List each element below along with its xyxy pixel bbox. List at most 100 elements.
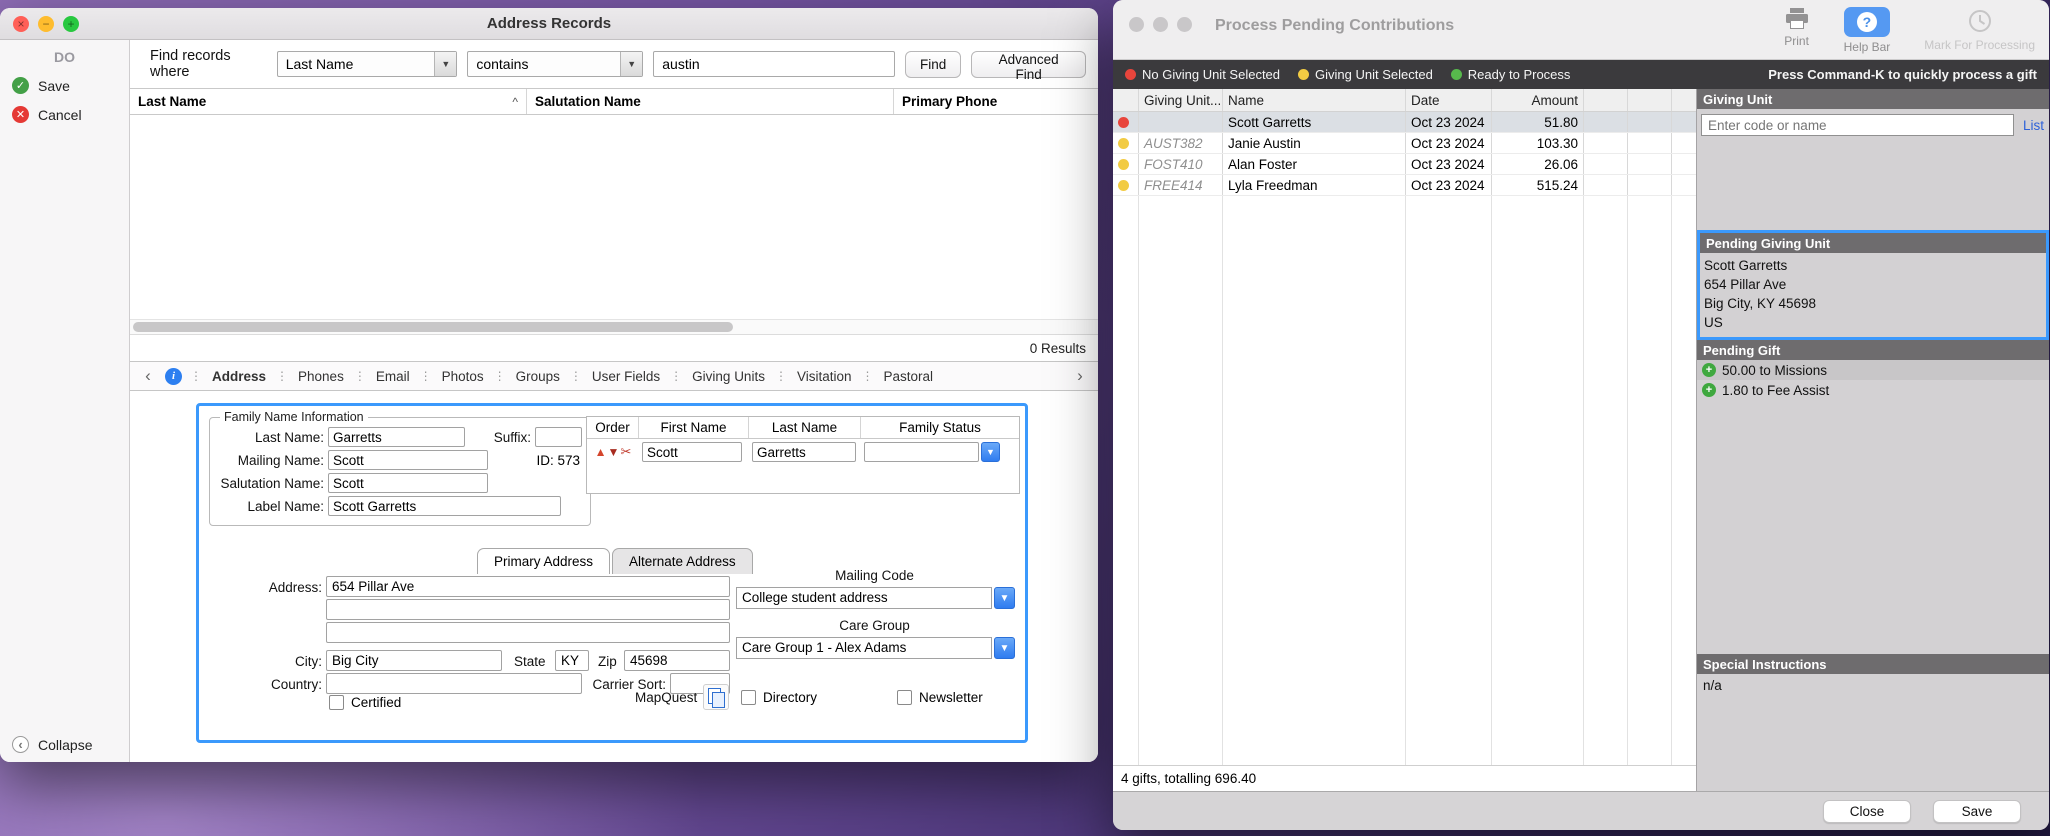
window-title: Address Records xyxy=(0,15,1098,32)
tab-separator: ⋮ xyxy=(353,369,367,383)
pending-gift-label: 50.00 to Missions xyxy=(1722,363,1827,378)
member-last-name-input[interactable] xyxy=(752,442,856,462)
tab-separator: ⋮ xyxy=(861,369,875,383)
help-bar-button[interactable]: ? Help Bar xyxy=(1844,7,1891,54)
member-first-name-input[interactable] xyxy=(642,442,742,462)
giving-unit-code: FREE414 xyxy=(1139,175,1223,195)
tab-phones[interactable]: Phones xyxy=(289,369,353,384)
gift-amount: 103.30 xyxy=(1492,133,1584,153)
name-column-header[interactable]: Name xyxy=(1223,89,1406,111)
horizontal-scrollbar[interactable] xyxy=(130,320,1098,335)
column-header-last-name[interactable]: Last Name ^ xyxy=(130,89,527,114)
tab-giving-units[interactable]: Giving Units xyxy=(683,369,774,384)
state-input[interactable] xyxy=(555,650,589,671)
advanced-find-button[interactable]: Advanced Find xyxy=(971,51,1086,78)
care-group-dropdown[interactable]: Care Group 1 - Alex Adams ▼ xyxy=(736,637,1015,659)
column-header-primary-phone[interactable]: Primary Phone xyxy=(894,89,1098,114)
pending-gift-item[interactable]: + 1.80 to Fee Assist xyxy=(1697,380,2049,400)
results-count: 0 Results xyxy=(130,335,1098,361)
close-window-icon[interactable] xyxy=(1129,17,1144,32)
tabs-scroll-left-icon[interactable]: ‹ xyxy=(138,366,158,386)
pending-gift-header: Pending Gift xyxy=(1697,340,2049,360)
find-operator-dropdown[interactable]: contains ▼ xyxy=(467,51,643,77)
find-records-where-label: Find records where xyxy=(150,48,267,80)
close-button[interactable]: Close xyxy=(1823,800,1911,823)
address-line1-input[interactable] xyxy=(326,576,730,597)
family-status-dropdown[interactable]: ▼ xyxy=(864,442,1000,462)
chevron-down-icon[interactable]: ▼ xyxy=(994,587,1015,609)
move-up-icon[interactable]: ▲ xyxy=(595,445,607,459)
amount-column-header[interactable]: Amount xyxy=(1492,89,1584,111)
address-line2-input[interactable] xyxy=(326,599,730,620)
tab-email[interactable]: Email xyxy=(367,369,419,384)
gift-row[interactable]: AUST382 Janie Austin Oct 23 2024 103.30 xyxy=(1113,133,1696,154)
save-button[interactable]: Save xyxy=(1933,800,2021,823)
gift-row-selected[interactable]: Scott Garretts Oct 23 2024 51.80 xyxy=(1113,112,1696,133)
country-input[interactable] xyxy=(326,673,582,694)
mailing-code-dropdown[interactable]: College student address ▼ xyxy=(736,587,1015,609)
gift-row[interactable]: FOST410 Alan Foster Oct 23 2024 26.06 xyxy=(1113,154,1696,175)
red-status-icon xyxy=(1125,69,1136,80)
save-button[interactable]: ✓ Save xyxy=(0,71,129,100)
print-button[interactable]: Print xyxy=(1784,7,1810,48)
chevron-down-icon[interactable]: ▼ xyxy=(994,637,1015,659)
results-table-header: Last Name ^ Salutation Name Primary Phon… xyxy=(130,88,1098,115)
giving-unit-column-header[interactable]: Giving Unit... xyxy=(1139,89,1223,111)
minimize-window-icon[interactable] xyxy=(1153,17,1168,32)
info-tab[interactable]: i xyxy=(158,368,189,385)
tab-primary-address[interactable]: Primary Address xyxy=(477,548,610,574)
find-field-dropdown[interactable]: Last Name ▼ xyxy=(277,51,458,77)
minimize-window-icon[interactable]: − xyxy=(38,16,54,32)
mark-for-processing-button[interactable]: Mark For Processing xyxy=(1924,7,2035,52)
newsletter-label: Newsletter xyxy=(919,690,983,705)
scrollbar-thumb[interactable] xyxy=(133,322,733,332)
tab-groups[interactable]: Groups xyxy=(507,369,569,384)
salutation-name-input[interactable] xyxy=(328,473,488,493)
giving-unit-search-input[interactable] xyxy=(1701,114,2014,136)
column-header-salutation-name[interactable]: Salutation Name xyxy=(527,89,894,114)
tab-photos[interactable]: Photos xyxy=(433,369,493,384)
pending-gift-label: 1.80 to Fee Assist xyxy=(1722,383,1829,398)
find-button[interactable]: Find xyxy=(905,51,961,78)
mapquest-button[interactable] xyxy=(703,684,729,710)
legend-ready: Ready to Process xyxy=(1451,67,1571,82)
list-link[interactable]: List xyxy=(2023,118,2044,133)
gift-row[interactable]: FREE414 Lyla Freedman Oct 23 2024 515.24 xyxy=(1113,175,1696,196)
tab-visitation[interactable]: Visitation xyxy=(788,369,861,384)
directory-checkbox[interactable] xyxy=(741,690,756,705)
zoom-window-icon[interactable]: + xyxy=(63,16,79,32)
tab-pastoral[interactable]: Pastoral xyxy=(875,369,943,384)
contributions-window-titlebar[interactable]: Process Pending Contributions Print ? He… xyxy=(1113,0,2049,60)
chevron-down-icon[interactable]: ▼ xyxy=(981,442,1000,462)
mailing-name-input[interactable] xyxy=(328,450,488,470)
city-input[interactable] xyxy=(326,650,502,671)
suffix-input[interactable] xyxy=(535,427,582,447)
close-window-icon[interactable]: × xyxy=(13,16,29,32)
focused-panel-highlight: Family Name Information Last Name: Suffi… xyxy=(196,403,1028,743)
certified-checkbox[interactable] xyxy=(329,695,344,710)
gifts-summary: 4 gifts, totalling 696.40 xyxy=(1113,765,1696,791)
mailing-name-label: Mailing Name: xyxy=(214,453,324,468)
newsletter-checkbox[interactable] xyxy=(897,690,912,705)
giving-unit-search-row: List xyxy=(1701,114,2044,136)
zip-input[interactable] xyxy=(624,650,730,671)
date-column-header[interactable]: Date xyxy=(1406,89,1492,111)
last-name-input[interactable] xyxy=(328,427,465,447)
yellow-status-icon xyxy=(1118,159,1129,170)
collapse-button[interactable]: ‹ Collapse xyxy=(12,736,92,753)
find-value-input[interactable] xyxy=(653,51,895,77)
help-pill: ? xyxy=(1844,7,1890,37)
tab-user-fields[interactable]: User Fields xyxy=(583,369,669,384)
zoom-window-icon[interactable] xyxy=(1177,17,1192,32)
remove-member-icon[interactable]: ✂ xyxy=(620,444,631,460)
tabs-scroll-right-icon[interactable]: › xyxy=(1070,366,1090,386)
address-line3-input[interactable] xyxy=(326,622,730,643)
label-name-input[interactable] xyxy=(328,496,561,516)
move-down-icon[interactable]: ▼ xyxy=(608,445,620,459)
empty-column xyxy=(1628,89,1672,111)
tab-alternate-address[interactable]: Alternate Address xyxy=(612,548,753,574)
cancel-button[interactable]: ✕ Cancel xyxy=(0,100,129,129)
pending-gift-item[interactable]: + 50.00 to Missions xyxy=(1697,360,2049,380)
tab-address[interactable]: Address xyxy=(203,369,275,384)
address-window-titlebar[interactable]: × − + Address Records xyxy=(0,8,1098,40)
